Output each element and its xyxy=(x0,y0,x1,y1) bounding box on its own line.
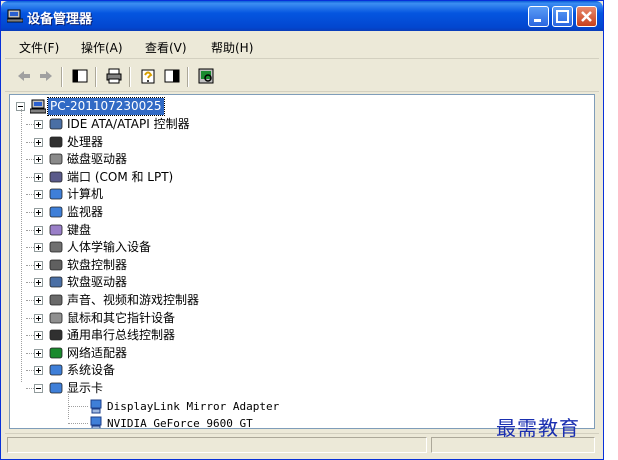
expand-toggle[interactable] xyxy=(34,348,43,358)
tree-root-label: PC-201107230025 xyxy=(47,97,165,116)
expand-toggle[interactable] xyxy=(34,137,43,147)
minimize-button[interactable] xyxy=(528,6,549,27)
disk-icon xyxy=(49,153,63,165)
tree-category-label: 声音、视频和游戏控制器 xyxy=(67,293,200,307)
port-icon xyxy=(49,171,63,183)
expand-toggle[interactable] xyxy=(34,172,43,182)
expand-toggle[interactable] xyxy=(34,278,43,288)
usb-icon xyxy=(49,329,63,341)
maximize-button[interactable] xyxy=(552,6,573,27)
status-panel-main xyxy=(7,437,427,453)
tree-category-label: 处理器 xyxy=(67,134,104,149)
expand-toggle[interactable] xyxy=(34,243,43,253)
display-adapter-icon xyxy=(90,399,102,414)
show-hide-console-tree-icon[interactable] xyxy=(71,67,89,85)
scan-hardware-icon[interactable] xyxy=(197,67,215,85)
device-tree-pane[interactable]: PC-201107230025 IDE ATA/ATAPI 控制器 处理器磁盘驱动… xyxy=(9,94,595,429)
close-button[interactable] xyxy=(576,6,597,27)
expand-toggle[interactable] xyxy=(34,190,43,200)
tree-category-label: 键盘 xyxy=(67,222,92,237)
expand-toggle[interactable] xyxy=(34,260,43,270)
expand-toggle[interactable] xyxy=(34,155,43,165)
properties-icon[interactable] xyxy=(139,67,157,85)
expand-toggle[interactable] xyxy=(34,331,43,341)
tree-category-label: 端口 (COM 和 LPT) xyxy=(67,169,174,184)
tree-category-label: 监视器 xyxy=(67,205,104,219)
menu-action[interactable]: 操作(A) xyxy=(81,39,123,56)
tree-category-label: 鼠标和其它指针设备 xyxy=(67,310,176,325)
menu-help[interactable]: 帮助(H) xyxy=(211,39,253,56)
close-icon xyxy=(581,11,592,22)
print-icon[interactable] xyxy=(105,67,123,85)
expand-toggle[interactable] xyxy=(34,366,43,376)
tree-category-label: IDE ATA/ATAPI 控制器 xyxy=(67,117,190,131)
device-manager-icon xyxy=(7,9,23,23)
mouse-icon xyxy=(49,312,63,323)
expand-toggle[interactable] xyxy=(34,313,43,323)
window-title: 设备管理器 xyxy=(27,12,93,27)
tree-category-label: 网络适配器 xyxy=(67,345,128,360)
menu-file[interactable]: 文件(F) xyxy=(19,39,59,56)
floppy-controller-icon xyxy=(49,259,63,271)
minimize-icon xyxy=(534,19,541,22)
menu-bar: 文件(F) 操作(A) 查看(V) 帮助(H) xyxy=(5,34,599,59)
expand-toggle[interactable] xyxy=(34,296,43,305)
tree-category-label: 软盘驱动器 xyxy=(67,275,128,290)
menu-view[interactable]: 查看(V) xyxy=(145,39,187,56)
title-bar[interactable]: 设备管理器 xyxy=(1,1,603,31)
hid-icon xyxy=(49,241,63,253)
forward-arrow-icon[interactable] xyxy=(37,67,55,85)
device-label-displaylink: DisplayLink Mirror Adapter xyxy=(107,400,280,413)
expand-toggle[interactable] xyxy=(34,120,43,129)
tree-category-label: 人体学输入设备 xyxy=(67,240,152,255)
computer-icon xyxy=(30,99,46,114)
toolbar xyxy=(5,61,599,92)
display-adapter-icon xyxy=(90,416,102,428)
floppy-drive-icon xyxy=(49,276,63,288)
monitor-icon xyxy=(49,206,63,218)
maximize-icon xyxy=(556,10,569,23)
system-icon xyxy=(49,364,63,376)
device-label-nvidia: NVIDIA GeForce 9600 GT xyxy=(107,417,253,429)
device-manager-window: 设备管理器 文件(F) 操作(A) 查看(V) 帮助(H) PC-2011072… xyxy=(0,0,604,460)
tree-category-label: 显示卡 xyxy=(67,381,104,395)
expand-toggle[interactable] xyxy=(34,225,43,235)
collapse-toggle[interactable] xyxy=(34,384,43,393)
network-icon xyxy=(49,347,63,359)
expand-toggle[interactable] xyxy=(34,208,43,217)
display-icon xyxy=(49,382,63,394)
keyboard-icon xyxy=(49,224,63,235)
tree-category-label: 系统设备 xyxy=(67,363,116,378)
computer-icon xyxy=(49,188,63,200)
tree-category-label: 通用串行总线控制器 xyxy=(67,328,176,343)
ide-icon xyxy=(49,118,63,130)
tree-category-label: 计算机 xyxy=(67,187,104,202)
tree-category-label: 软盘控制器 xyxy=(67,257,128,272)
sound-icon xyxy=(49,294,63,306)
help-pane-icon[interactable] xyxy=(163,67,181,85)
tree-category-label: 磁盘驱动器 xyxy=(67,152,128,167)
cpu-icon xyxy=(49,136,63,147)
back-arrow-icon[interactable] xyxy=(15,67,33,85)
watermark-text: 最需教育 xyxy=(496,416,580,440)
